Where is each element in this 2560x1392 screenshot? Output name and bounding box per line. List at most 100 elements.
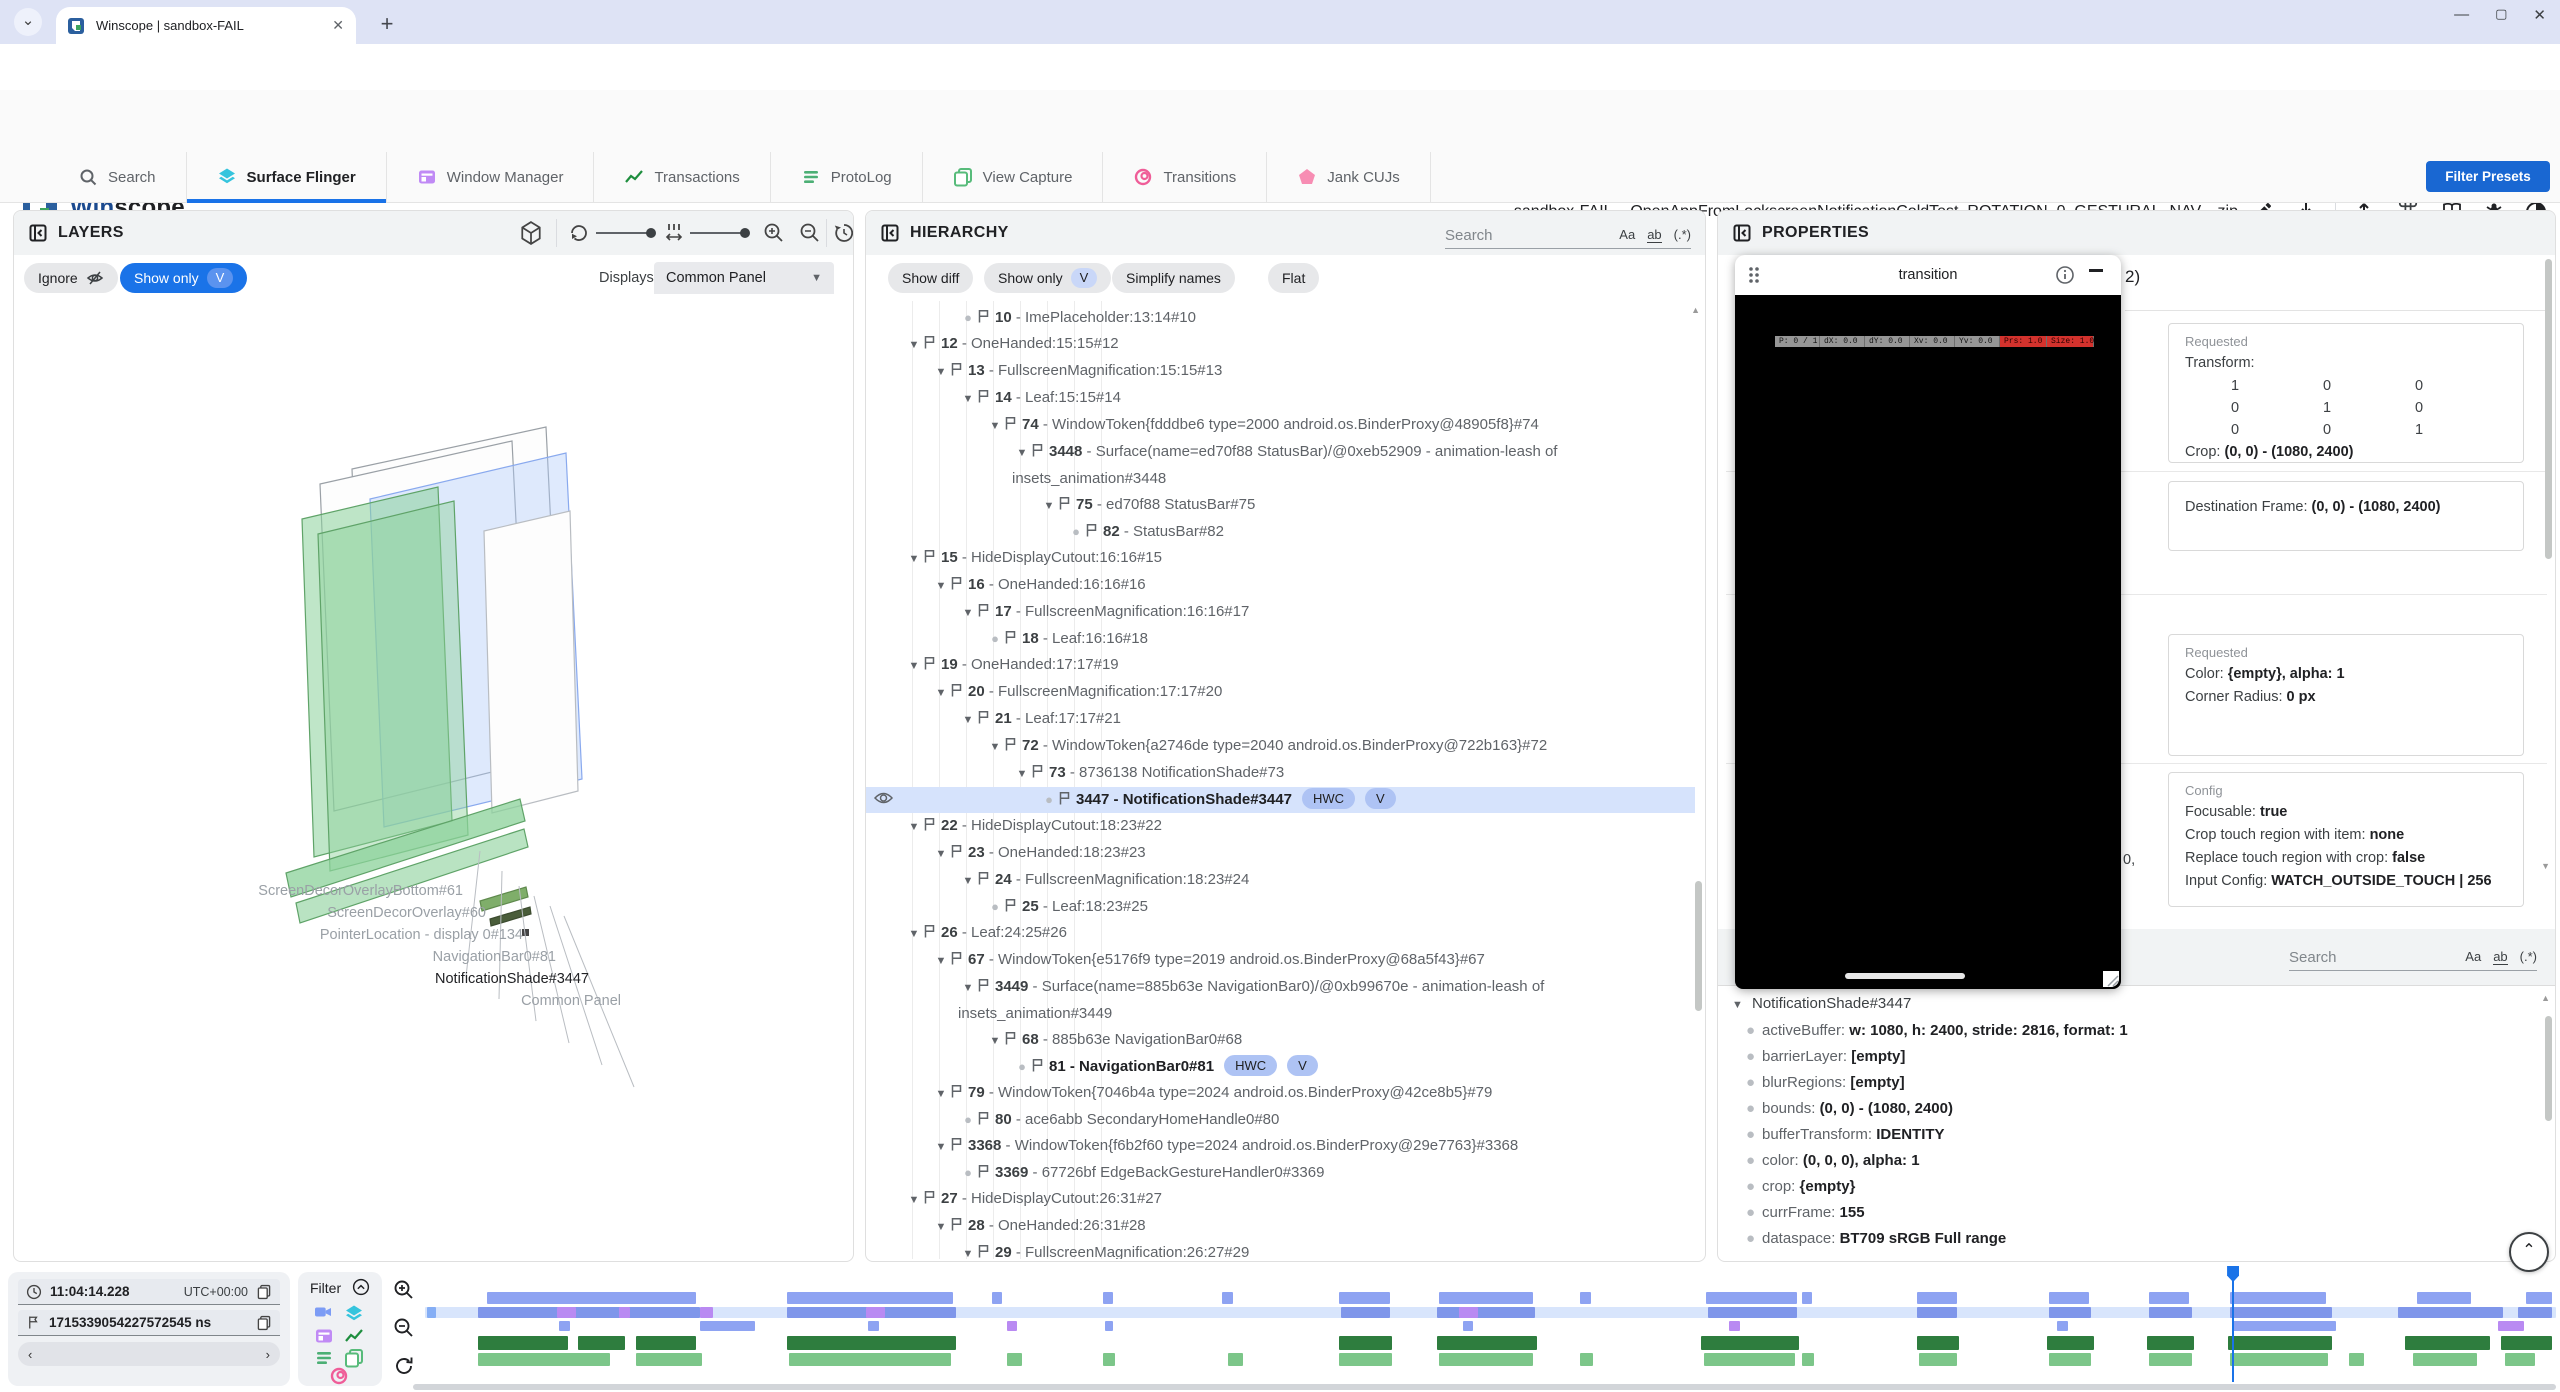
- frame-step-control[interactable]: ‹›: [18, 1342, 280, 1366]
- hierarchy-row[interactable]: ▼24 - FullscreenMagnification:18:23#24: [866, 867, 1695, 894]
- regex-icon[interactable]: (.*): [2520, 949, 2537, 964]
- timeline-reset-zoom-icon[interactable]: [392, 1354, 416, 1378]
- info-icon[interactable]: [2055, 265, 2075, 285]
- rotation-slider[interactable]: [596, 232, 652, 234]
- timeline-horizontal-scrollbar[interactable]: [413, 1384, 2556, 1390]
- expand-arrow-icon[interactable]: ▼: [958, 386, 978, 412]
- expand-arrow-icon[interactable]: ▼: [904, 814, 924, 840]
- properties-tree[interactable]: ▼NotificationShade#3447●activeBuffer: w:…: [1732, 991, 2543, 1259]
- hierarchy-row[interactable]: ▼28 - OneHanded:26:31#28: [866, 1213, 1695, 1240]
- zoom-out-icon[interactable]: [798, 221, 822, 245]
- timeline-zoom-out-icon[interactable]: [392, 1316, 416, 1340]
- hierarchy-row[interactable]: ▼26 - Leaf:24:25#26: [866, 920, 1695, 947]
- regex-icon[interactable]: (.*): [1674, 227, 1691, 242]
- hierarchy-row[interactable]: ▼67 - WindowToken{e5176f9 type=2019 andr…: [866, 947, 1695, 974]
- timestamp-field[interactable]: 11:04:14.228 UTC+00:00: [18, 1279, 280, 1305]
- window-minimize-icon[interactable]: —: [2454, 6, 2469, 24]
- tab-transitions[interactable]: Transitions: [1103, 152, 1267, 202]
- property-item[interactable]: ●activeBuffer: w: 1080, h: 2400, stride:…: [1732, 1018, 2543, 1044]
- expand-arrow-icon[interactable]: ▼: [958, 868, 978, 894]
- resize-grip[interactable]: [2103, 971, 2119, 987]
- expand-arrow-icon[interactable]: ▼: [904, 1187, 924, 1213]
- collapse-panel-icon[interactable]: [28, 223, 48, 243]
- expand-arrow-icon[interactable]: ▼: [931, 841, 951, 867]
- property-item[interactable]: ●bufferTransform: IDENTITY: [1732, 1122, 2543, 1148]
- hierarchy-row[interactable]: ▼19 - OneHanded:17:17#19: [866, 652, 1695, 679]
- protolog-filter-icon[interactable]: [314, 1348, 334, 1368]
- properties-tree-scrollbar[interactable]: [2545, 1016, 2552, 1121]
- camera-filter-icon[interactable]: [314, 1304, 332, 1320]
- hierarchy-row[interactable]: ▼3448 - Surface(name=ed70f88 StatusBar)/…: [866, 439, 1695, 492]
- match-case-icon[interactable]: Aa: [1619, 227, 1635, 242]
- hierarchy-row[interactable]: ●82 - StatusBar#82: [866, 519, 1695, 545]
- hierarchy-row[interactable]: ▼3449 - Surface(name=885b63e NavigationB…: [866, 974, 1695, 1027]
- expand-arrow-icon[interactable]: ▼: [931, 1134, 951, 1160]
- hierarchy-row[interactable]: ▼21 - Leaf:17:17#21: [866, 706, 1695, 733]
- expand-arrow-icon[interactable]: ▼: [958, 707, 978, 733]
- tab-close-icon[interactable]: ✕: [332, 17, 344, 34]
- expand-arrow-icon[interactable]: ▼: [904, 546, 924, 572]
- collapse-panel-icon[interactable]: [1732, 223, 1752, 243]
- expand-arrow-icon[interactable]: ▼: [1732, 992, 1752, 1018]
- hierarchy-row[interactable]: ▼22 - HideDisplayCutout:18:23#22: [866, 813, 1695, 840]
- hierarchy-row[interactable]: ▼72 - WindowToken{a2746de type=2040 andr…: [866, 733, 1695, 760]
- expand-arrow-icon[interactable]: ▼: [904, 653, 924, 679]
- ignore-toggle[interactable]: Ignore: [24, 263, 118, 293]
- collapse-panel-icon[interactable]: [880, 223, 900, 243]
- property-item[interactable]: ●barrierLayer: [empty]: [1732, 1044, 2543, 1070]
- hierarchy-row[interactable]: ▼68 - 885b63e NavigationBar0#68: [866, 1027, 1695, 1054]
- hierarchy-row[interactable]: ▼27 - HideDisplayCutout:26:31#27: [866, 1186, 1695, 1213]
- hierarchy-row[interactable]: ▼14 - Leaf:15:15#14: [866, 385, 1695, 412]
- transition-overlay-window[interactable]: transition P: 0 / 1dX: 0.0dY: 0.0Xv: 0.0…: [1735, 255, 2121, 989]
- hierarchy-row[interactable]: ▼74 - WindowToken{fdddbe6 type=2000 andr…: [866, 412, 1695, 439]
- property-item[interactable]: ●bounds: (0, 0) - (1080, 2400): [1732, 1096, 2543, 1122]
- timeline-zoom-in-icon[interactable]: [392, 1278, 416, 1302]
- show-only-v-toggle[interactable]: Show only V: [120, 263, 247, 293]
- expand-arrow-icon[interactable]: ▼: [1012, 440, 1032, 466]
- hierarchy-row[interactable]: ▼79 - WindowToken{7046b4a type=2024 andr…: [866, 1080, 1695, 1107]
- expand-arrow-icon[interactable]: ▼: [904, 921, 924, 947]
- expand-arrow-icon[interactable]: ▼: [985, 413, 1005, 439]
- property-item[interactable]: ●dataspace: BT709 sRGB Full range: [1732, 1226, 2543, 1252]
- scroll-up-icon[interactable]: ▲: [1691, 305, 1700, 315]
- expand-arrow-icon[interactable]: ▼: [1039, 493, 1059, 519]
- frames-filter-icon[interactable]: [344, 1348, 364, 1368]
- timeline-cursor[interactable]: [2232, 1266, 2234, 1382]
- minimize-icon[interactable]: [2089, 269, 2103, 272]
- tab-jank-cujs[interactable]: Jank CUJs: [1267, 152, 1431, 202]
- layers-3d-view[interactable]: [14, 301, 854, 1261]
- expand-arrow-icon[interactable]: ▼: [904, 332, 924, 358]
- expand-timeline-button[interactable]: ⌃: [2509, 1232, 2549, 1272]
- collapse-filter-icon[interactable]: [352, 1278, 370, 1296]
- hierarchy-flat-toggle[interactable]: Flat: [1268, 263, 1319, 293]
- property-item[interactable]: ●color: (0, 0, 0), alpha: 1: [1732, 1148, 2543, 1174]
- visibility-eye-icon[interactable]: [874, 791, 893, 805]
- hierarchy-scrollbar[interactable]: [1695, 881, 1702, 1011]
- match-case-icon[interactable]: Aa: [2465, 949, 2481, 964]
- reset-view-icon[interactable]: [832, 221, 854, 245]
- expand-arrow-icon[interactable]: ▼: [931, 680, 951, 706]
- scroll-down-icon[interactable]: ▼: [2541, 861, 2550, 871]
- filter-presets-button[interactable]: Filter Presets: [2426, 161, 2550, 192]
- hierarchy-row[interactable]: ▼75 - ed70f88 StatusBar#75: [866, 492, 1695, 519]
- window-maximize-icon[interactable]: ▢: [2495, 6, 2507, 24]
- properties-scrollbar[interactable]: [2545, 259, 2552, 559]
- hierarchy-show-diff-toggle[interactable]: Show diff: [888, 263, 973, 293]
- tab-search-chevron-icon[interactable]: ⌄: [14, 8, 42, 36]
- hierarchy-row-selected[interactable]: ●3447 - NotificationShade#3447HWCV: [866, 787, 1695, 813]
- hierarchy-row[interactable]: ▼13 - FullscreenMagnification:15:15#13: [866, 358, 1695, 385]
- copy-icon[interactable]: [256, 1315, 272, 1331]
- hierarchy-row[interactable]: ●81 - NavigationBar0#81HWCV: [866, 1054, 1695, 1080]
- window-close-icon[interactable]: ✕: [2533, 6, 2546, 24]
- browser-tab[interactable]: Winscope | sandbox-FAIL ✕: [56, 7, 356, 44]
- properties-tree-root[interactable]: ▼NotificationShade#3447: [1732, 991, 2543, 1018]
- expand-arrow-icon[interactable]: ▼: [985, 734, 1005, 760]
- hierarchy-row[interactable]: ●18 - Leaf:16:16#18: [866, 626, 1695, 652]
- property-item[interactable]: ●blurRegions: [empty]: [1732, 1070, 2543, 1096]
- new-tab-button[interactable]: +: [372, 10, 402, 40]
- spacing-slider[interactable]: [690, 232, 746, 234]
- layers-filter-icon[interactable]: [344, 1304, 364, 1324]
- expand-arrow-icon[interactable]: ▼: [958, 975, 978, 1001]
- hierarchy-row[interactable]: ●3369 - 67726bf EdgeBackGestureHandler0#…: [866, 1160, 1695, 1186]
- hierarchy-row[interactable]: ▼17 - FullscreenMagnification:16:16#17: [866, 599, 1695, 626]
